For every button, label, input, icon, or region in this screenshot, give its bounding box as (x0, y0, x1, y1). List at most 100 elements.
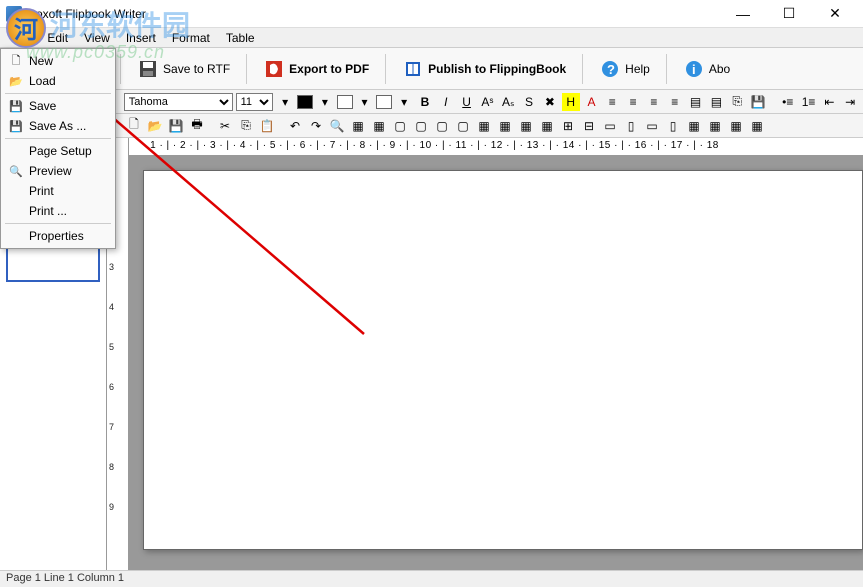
table-grid-icon[interactable]: ▦ (370, 117, 388, 135)
menu-separator (5, 223, 111, 224)
save-rtf-button[interactable]: Save to RTF (126, 53, 241, 85)
font-family-select[interactable]: Tahoma (124, 93, 233, 111)
main-toolbar: ABC Spell Check Save to RTF Export to PD… (0, 48, 863, 90)
align-center-button[interactable]: ≡ (624, 93, 642, 111)
status-bar: Page 1 Line 1 Column 1 (0, 570, 863, 587)
menu-separator (5, 138, 111, 139)
copy-icon[interactable]: ⎘ (237, 117, 255, 135)
border-icon[interactable]: ▦ (475, 117, 493, 135)
menu-save[interactable]: 💾Save (1, 96, 115, 116)
menu-bar: File Edit View Insert Format Table (0, 28, 863, 48)
strike-button[interactable]: S (520, 93, 538, 111)
delete-col-icon[interactable]: ▯ (664, 117, 682, 135)
undo-icon[interactable]: ↶ (286, 117, 304, 135)
menu-preview[interactable]: 🔍Preview (1, 161, 115, 181)
cut-icon[interactable]: ✂ (216, 117, 234, 135)
standard-toolbar: 🗋 📂 💾 🖶 ✂ ⎘ 📋 ↶ ↷ 🔍 ▦ ▦ ▢ ▢ ▢ ▢ ▦ ▦ ▦ ▦ … (0, 114, 863, 138)
cell-align-icon[interactable]: ▦ (685, 117, 703, 135)
bg-color-swatch[interactable] (337, 95, 353, 109)
border-icon[interactable]: ▦ (496, 117, 514, 135)
toolbar-sep (582, 54, 583, 84)
workspace: 1 2 3 4 5 6 7 8 9 · 1 · | · 2 · | · 3 · … (0, 138, 863, 570)
superscript-button[interactable]: Aˢ (479, 93, 497, 111)
title-bar: Boxoft Flipbook Writer — ☐ ✕ (0, 0, 863, 28)
bullets-button[interactable]: •≡ (779, 93, 797, 111)
save-icon[interactable]: 💾 (749, 93, 767, 111)
print-icon[interactable]: 🖶 (188, 117, 206, 135)
italic-button[interactable]: I (437, 93, 455, 111)
redo-icon[interactable]: ↷ (307, 117, 325, 135)
subscript-button[interactable]: Aₛ (499, 93, 517, 111)
help-button[interactable]: ? Help (588, 53, 661, 85)
menu-file[interactable]: File (4, 29, 39, 47)
menu-insert[interactable]: Insert (118, 29, 164, 47)
copy-format-button[interactable]: ⎘ (728, 93, 746, 111)
menu-saveas[interactable]: 💾Save As ... (1, 116, 115, 136)
indent-inc-button[interactable]: ⇥ (841, 93, 859, 111)
publish-button[interactable]: Publish to FlippingBook (391, 53, 577, 85)
menu-properties[interactable]: Properties (1, 226, 115, 246)
cell-align-icon[interactable]: ▦ (748, 117, 766, 135)
toolbar-sep (120, 54, 121, 84)
ltr-button[interactable]: ▤ (687, 93, 705, 111)
align-right-button[interactable]: ≡ (645, 93, 663, 111)
cell-align-icon[interactable]: ▦ (727, 117, 745, 135)
insert-row-icon[interactable]: ▭ (601, 117, 619, 135)
delete-row-icon[interactable]: ▭ (643, 117, 661, 135)
dropdown-icon[interactable]: ▾ (316, 93, 334, 111)
bold-button[interactable]: B (416, 93, 434, 111)
saveas-icon: 💾 (9, 119, 23, 133)
new-file-icon: 🗋 (9, 54, 23, 68)
export-pdf-button[interactable]: Export to PDF (252, 53, 380, 85)
menu-new[interactable]: 🗋New (1, 51, 115, 71)
menu-view[interactable]: View (76, 29, 118, 47)
numbering-button[interactable]: 1≡ (800, 93, 818, 111)
minimize-button[interactable]: — (721, 1, 765, 27)
menu-edit[interactable]: Edit (39, 29, 76, 47)
format-toolbar: Tahoma 11 ▾ ▾ ▾ ▾ B I U Aˢ Aₛ S ✖ H A ≡ … (0, 90, 863, 114)
border-icon[interactable]: ▦ (517, 117, 535, 135)
insert-col-icon[interactable]: ▯ (622, 117, 640, 135)
font-color-swatch[interactable] (297, 95, 313, 109)
open-icon[interactable]: 📂 (146, 117, 164, 135)
font-size-select[interactable]: 11 (236, 93, 274, 111)
open-folder-icon: 📂 (9, 74, 23, 88)
highlight-button[interactable]: H (562, 93, 580, 111)
border-icon[interactable]: ▦ (538, 117, 556, 135)
document-page[interactable] (143, 170, 863, 550)
publish-label: Publish to FlippingBook (428, 62, 566, 76)
menu-pagesetup[interactable]: Page Setup (1, 141, 115, 161)
insert-table-icon[interactable]: ▦ (349, 117, 367, 135)
rtl-button[interactable]: ▤ (707, 93, 725, 111)
cell-align-icon[interactable]: ▦ (706, 117, 724, 135)
paste-icon[interactable]: 📋 (258, 117, 276, 135)
split-cells-icon[interactable]: ⊟ (580, 117, 598, 135)
border-icon[interactable]: ▢ (391, 117, 409, 135)
find-icon[interactable]: 🔍 (328, 117, 346, 135)
menu-table[interactable]: Table (218, 29, 263, 47)
menu-print[interactable]: Print (1, 181, 115, 201)
font-size-down-icon[interactable]: ▾ (276, 93, 294, 111)
clear-format-button[interactable]: ✖ (541, 93, 559, 111)
menu-format[interactable]: Format (164, 29, 218, 47)
border-icon[interactable]: ▢ (454, 117, 472, 135)
align-left-button[interactable]: ≡ (603, 93, 621, 111)
highlight-swatch[interactable] (376, 95, 392, 109)
about-button[interactable]: i Abo (672, 53, 741, 85)
new-icon[interactable]: 🗋 (125, 117, 143, 135)
save-icon[interactable]: 💾 (167, 117, 185, 135)
border-icon[interactable]: ▢ (412, 117, 430, 135)
indent-dec-button[interactable]: ⇤ (820, 93, 838, 111)
menu-print-dialog[interactable]: Print ... (1, 201, 115, 221)
border-icon[interactable]: ▢ (433, 117, 451, 135)
dropdown-icon[interactable]: ▾ (356, 93, 374, 111)
merge-cells-icon[interactable]: ⊞ (559, 117, 577, 135)
underline-button[interactable]: U (458, 93, 476, 111)
save-icon (137, 58, 159, 80)
menu-load[interactable]: 📂Load (1, 71, 115, 91)
align-justify-button[interactable]: ≡ (666, 93, 684, 111)
font-color-button[interactable]: A (583, 93, 601, 111)
dropdown-icon[interactable]: ▾ (395, 93, 413, 111)
close-button[interactable]: ✕ (813, 1, 857, 27)
maximize-button[interactable]: ☐ (767, 1, 811, 27)
